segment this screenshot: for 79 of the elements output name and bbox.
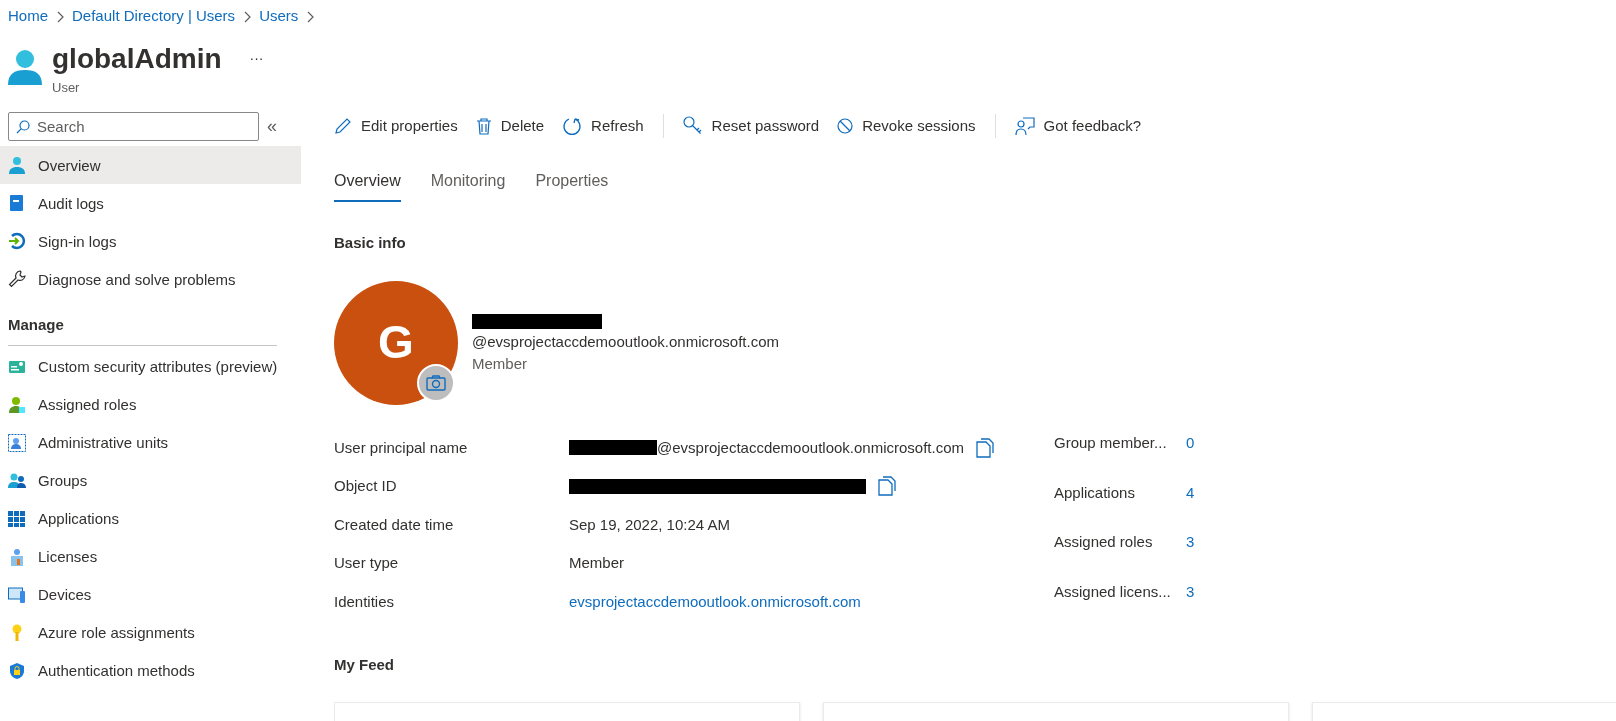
breadcrumb-link[interactable]: Users: [259, 5, 299, 28]
sidebar-item-label: Applications: [38, 509, 120, 529]
camera-icon: [426, 374, 446, 391]
stat-link[interactable]: 0: [1186, 432, 1195, 455]
sidebar-item-label: Devices: [38, 585, 93, 605]
feedback-icon: [1014, 116, 1035, 136]
license-icon: [8, 547, 26, 566]
user-role-icon: [8, 395, 26, 414]
toolbar-button[interactable]: Edit properties: [325, 110, 467, 142]
shield-lock-icon: [8, 661, 26, 680]
admin-units-icon: [8, 433, 26, 452]
pencil-icon: [334, 117, 352, 135]
trash-icon: [475, 117, 492, 135]
toolbar-button[interactable]: Refresh: [553, 110, 653, 142]
wrench-icon: [8, 270, 26, 288]
user-type: Member: [472, 353, 528, 374]
sidebar-item-label: Overview: [38, 155, 102, 176]
section-heading: Manage: [7, 315, 65, 335]
identity-link[interactable]: evsprojectaccdemooutlook.onmicrosoft.com: [569, 590, 861, 613]
tab[interactable]: Monitoring: [430, 162, 506, 202]
collapse-button[interactable]: «: [267, 112, 277, 140]
avatar: G: [334, 280, 458, 405]
search-field[interactable]: Search: [8, 111, 259, 141]
more-button[interactable]: ···: [249, 48, 264, 69]
devices-icon: [8, 585, 26, 604]
user-icon: [8, 49, 42, 85]
stat-link[interactable]: 3: [1186, 580, 1195, 603]
field-value: Member: [569, 553, 624, 573]
field-label: User principal name: [334, 437, 469, 458]
page-title: globalAdmin: [52, 44, 222, 74]
tab[interactable]: Properties: [535, 162, 609, 202]
group-icon: [8, 471, 26, 490]
block-icon: [837, 118, 854, 134]
stat-link[interactable]: 3: [1186, 531, 1195, 554]
stat-label: Group member...: [1054, 433, 1168, 453]
refresh-icon: [562, 116, 583, 136]
field-label: Identities: [334, 591, 396, 612]
stat-label: Applications: [1054, 482, 1136, 503]
chevron-icon: [56, 10, 64, 23]
sidebar-item-label: Groups: [38, 471, 89, 491]
stat-label: Assigned licens...: [1054, 581, 1172, 602]
field-label: Object ID: [334, 476, 398, 496]
copy-button[interactable]: [976, 437, 995, 458]
field-label: User type: [334, 553, 400, 573]
tab[interactable]: Overview: [334, 162, 401, 202]
section-heading: My Feed: [334, 655, 395, 675]
key-icon: [682, 116, 703, 136]
book-icon: [8, 194, 26, 212]
sidebar-item-label: Sign-in logs: [38, 231, 118, 252]
toolbar-button[interactable]: Got feedback?: [1005, 110, 1151, 142]
toolbar-button[interactable]: Reset password: [673, 110, 829, 142]
user-icon: [8, 156, 26, 174]
toolbar-button[interactable]: Delete: [466, 110, 554, 142]
sidebar-item-label: Custom security attributes (preview): [38, 357, 278, 377]
copy-button[interactable]: [878, 476, 896, 497]
sidebar-item-label: Diagnose and solve problems: [38, 269, 237, 290]
stat-label: Assigned roles: [1054, 532, 1154, 552]
page-subtitle: User: [52, 79, 81, 97]
search-icon: [16, 119, 30, 134]
field-value: Sep 19, 2022, 10:24 AM: [569, 514, 730, 535]
sidebar-item-label: Licenses: [38, 547, 99, 567]
sidebar-item-label: Audit logs: [38, 193, 105, 214]
app-grid-icon: [8, 509, 26, 528]
chevron-icon: [306, 10, 315, 23]
sign-in-icon: [8, 232, 26, 250]
section-heading: Basic info: [334, 233, 407, 253]
field-label: Created date time: [334, 514, 455, 535]
sidebar-item[interactable]: Overview: [0, 146, 301, 184]
stat-link[interactable]: 4: [1186, 481, 1195, 504]
sidebar-item-label: Assigned roles: [38, 395, 138, 415]
chevron-icon: [243, 10, 252, 23]
sidebar-item-label: Azure role assignments: [38, 623, 196, 643]
toolbar-button[interactable]: Revoke sessions: [828, 110, 985, 142]
user-email: @evsprojectaccdemooutlook.onmicrosoft.com: [472, 332, 780, 353]
field-value: @evsprojectaccdemooutlook.onmicrosoft.com: [657, 437, 965, 458]
sidebar-item-label: Authentication methods: [38, 661, 196, 681]
breadcrumb-link[interactable]: Home: [8, 5, 48, 28]
breadcrumb-link[interactable]: Default Directory | Users: [72, 5, 236, 28]
sidebar-item-label: Administrative units: [38, 433, 170, 453]
